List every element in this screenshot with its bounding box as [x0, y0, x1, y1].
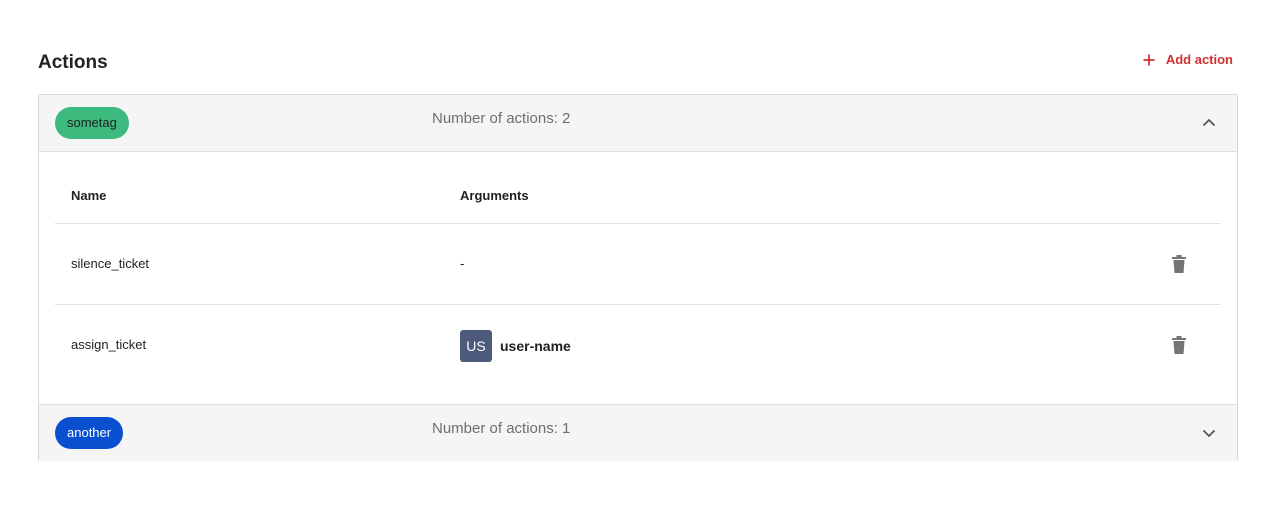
tag-chip: sometag: [55, 107, 129, 139]
table-header: Name Arguments: [55, 152, 1221, 224]
add-action-label: Add action: [1165, 52, 1233, 67]
table-row: silence_ticket -: [55, 224, 1221, 305]
action-count: Number of actions: 2: [432, 110, 571, 127]
action-name: silence_ticket: [71, 256, 150, 271]
action-count: Number of actions: 1: [432, 420, 571, 437]
column-header-arguments: Arguments: [460, 188, 529, 203]
page-title: Actions: [38, 52, 108, 73]
username: user-name: [500, 338, 571, 354]
action-name: assign_ticket: [71, 337, 147, 352]
avatar: US: [460, 330, 492, 362]
actions-header: Actions Add action: [38, 46, 1238, 78]
add-action-button[interactable]: Add action: [1143, 52, 1233, 67]
group-header-another[interactable]: another Number of actions: 1: [39, 404, 1237, 461]
trash-icon[interactable]: [1169, 254, 1189, 274]
action-arguments: -: [460, 256, 465, 271]
plus-icon: [1143, 54, 1155, 65]
user-argument: US user-name: [460, 330, 571, 362]
tag-chip: another: [55, 417, 124, 449]
actions-table: Name Arguments silence_ticket - assign_t…: [55, 152, 1221, 386]
trash-icon[interactable]: [1169, 335, 1189, 355]
chevron-up-icon[interactable]: [1201, 115, 1217, 131]
chevron-down-icon[interactable]: [1201, 425, 1217, 441]
actions-accordion: sometag Number of actions: 2 Name Argume…: [38, 94, 1238, 461]
column-header-name: Name: [71, 188, 107, 203]
group-header-sometag[interactable]: sometag Number of actions: 2: [39, 95, 1237, 152]
table-row: assign_ticket US user-name: [55, 305, 1221, 386]
